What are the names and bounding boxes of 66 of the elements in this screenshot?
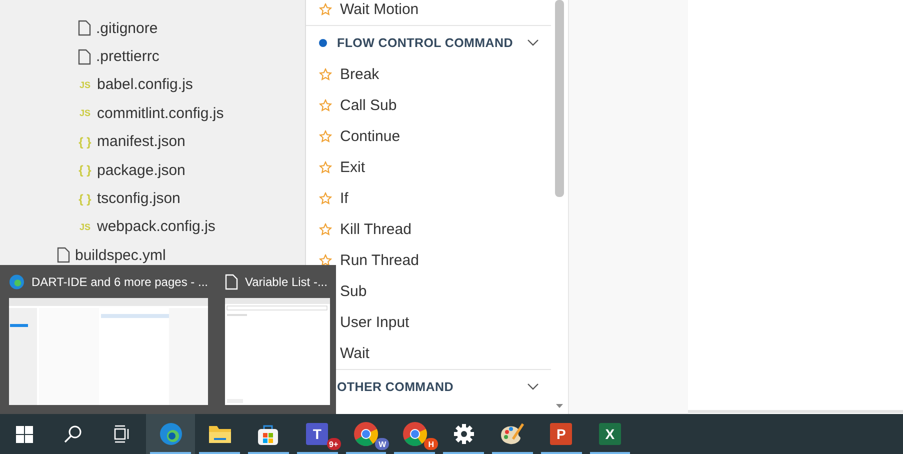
command-item[interactable]: Break bbox=[340, 66, 380, 83]
teams-app-icon[interactable]: T bbox=[306, 423, 328, 445]
notification-badge: W bbox=[375, 438, 390, 450]
preview-title[interactable]: DART-IDE and 6 more pages - ... bbox=[31, 274, 208, 288]
presentation-app-icon[interactable]: P bbox=[550, 423, 572, 445]
browser-icon bbox=[158, 422, 183, 446]
star-icon[interactable] bbox=[319, 68, 332, 81]
search-icon bbox=[64, 425, 82, 443]
star-icon[interactable] bbox=[319, 192, 332, 205]
scrollbar-thumb[interactable] bbox=[555, 0, 564, 197]
command-item[interactable]: Wait bbox=[340, 345, 370, 362]
star-icon[interactable] bbox=[319, 161, 332, 174]
file-name[interactable]: babel.config.js bbox=[97, 76, 193, 94]
browser-icon bbox=[402, 421, 428, 447]
json-file-icon: { } bbox=[78, 163, 92, 178]
folder-icon bbox=[208, 423, 232, 445]
settings-icon bbox=[452, 423, 475, 445]
js-file-icon: JS bbox=[78, 108, 92, 118]
command-item[interactable]: Sub bbox=[340, 283, 367, 300]
horizontal-scrollbar[interactable] bbox=[688, 410, 903, 413]
command-item[interactable]: Continue bbox=[340, 128, 400, 145]
command-item[interactable]: Call Sub bbox=[340, 97, 397, 114]
json-file-icon: { } bbox=[78, 192, 92, 206]
js-file-icon: JS bbox=[78, 80, 92, 90]
command-item[interactable]: Wait Motion bbox=[340, 1, 419, 18]
notification-badge: 9+ bbox=[326, 438, 341, 450]
command-item[interactable]: User Input bbox=[340, 314, 410, 331]
command-item[interactable]: Run Thread bbox=[340, 252, 419, 269]
file-icon bbox=[57, 247, 70, 264]
file-name[interactable]: webpack.config.js bbox=[97, 218, 216, 236]
taskbar-button[interactable]: T 9+ bbox=[292, 414, 342, 454]
command-item[interactable]: Exit bbox=[340, 159, 366, 176]
star-icon[interactable] bbox=[319, 3, 332, 16]
browser-icon bbox=[9, 274, 24, 290]
chevron-down-icon[interactable] bbox=[527, 382, 539, 390]
file-name[interactable]: .gitignore bbox=[96, 20, 158, 37]
file-name[interactable]: tsconfig.json bbox=[97, 190, 180, 208]
command-item[interactable]: If bbox=[340, 190, 348, 207]
star-icon[interactable] bbox=[319, 99, 332, 112]
file-icon bbox=[225, 274, 238, 290]
file-name[interactable]: manifest.json bbox=[97, 133, 186, 150]
star-icon[interactable] bbox=[319, 254, 332, 267]
chevron-down-icon[interactable] bbox=[527, 38, 539, 46]
notification-badge: H bbox=[424, 438, 438, 450]
task-view-icon bbox=[112, 425, 131, 443]
taskbar-button[interactable]: P bbox=[536, 414, 586, 454]
preview-title[interactable]: Variable List -... bbox=[245, 274, 328, 288]
scroll-down-arrow-icon[interactable] bbox=[556, 404, 563, 408]
spreadsheet-app-icon[interactable]: X bbox=[598, 423, 621, 445]
json-file-icon: { } bbox=[78, 134, 92, 149]
star-icon[interactable] bbox=[319, 223, 332, 236]
browser-icon bbox=[352, 421, 379, 447]
file-icon bbox=[78, 48, 91, 65]
file-name[interactable]: buildspec.yml bbox=[75, 246, 166, 264]
paint-palette-icon bbox=[499, 422, 526, 446]
file-name[interactable]: .prettierrc bbox=[96, 48, 160, 66]
file-name[interactable]: commitlint.config.js bbox=[97, 104, 224, 122]
taskbar-button[interactable]: H bbox=[390, 414, 440, 454]
taskbar-button[interactable]: X bbox=[586, 414, 634, 454]
js-file-icon: JS bbox=[78, 222, 92, 232]
file-name[interactable]: package.json bbox=[97, 162, 186, 179]
taskbar-button[interactable]: W bbox=[342, 414, 390, 454]
command-item[interactable]: Kill Thread bbox=[340, 221, 412, 238]
star-icon[interactable] bbox=[319, 130, 332, 143]
windows-logo-icon bbox=[16, 426, 33, 442]
file-icon bbox=[78, 20, 91, 36]
